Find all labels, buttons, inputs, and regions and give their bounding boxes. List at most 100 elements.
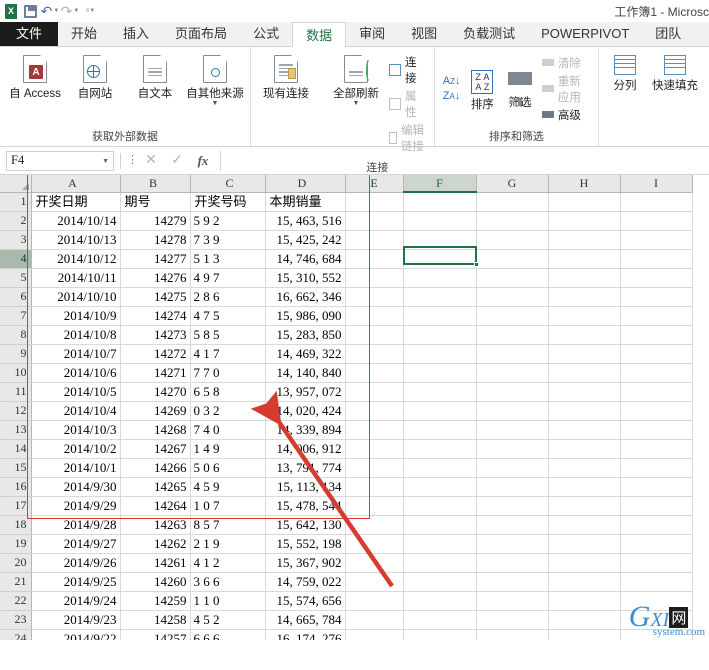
cell-B1[interactable]: 期号 [120,192,191,212]
row-header-3[interactable]: 3 [0,230,32,250]
cell-H8[interactable] [548,325,621,345]
cell-F5[interactable] [403,268,477,288]
cell-C3[interactable]: 7 3 9 [190,230,266,250]
cell-C1[interactable]: 开奖号码 [190,192,266,212]
cell-F24[interactable] [403,629,477,640]
formula-input[interactable] [220,150,707,171]
cell-B8[interactable]: 14273 [120,325,191,345]
cell-I23[interactable] [620,610,693,630]
cell-G1[interactable] [476,192,549,212]
cell-C12[interactable]: 0 3 2 [190,401,266,421]
cell-A19[interactable]: 2014/9/27 [31,534,121,554]
existing-connections-button[interactable]: 现有连接 [257,51,315,101]
cell-A17[interactable]: 2014/9/29 [31,496,121,516]
table-row[interactable]: 9 2014/10/7 14272 4 1 7 14, 469, 322 [0,344,693,364]
cell-A22[interactable]: 2014/9/24 [31,591,121,611]
cell-E17[interactable] [345,496,404,516]
cell-F4[interactable] [403,249,477,269]
row-header-16[interactable]: 16 [0,477,32,497]
cell-A23[interactable]: 2014/9/23 [31,610,121,630]
chevron-down-icon[interactable]: ▼ [353,100,360,107]
cell-E12[interactable] [345,401,404,421]
row-header-13[interactable]: 13 [0,420,32,440]
cell-C24[interactable]: 6 6 6 [190,629,266,640]
cell-B3[interactable]: 14278 [120,230,191,250]
cell-H24[interactable] [548,629,621,640]
cell-A13[interactable]: 2014/10/3 [31,420,121,440]
cell-A6[interactable]: 2014/10/10 [31,287,121,307]
row-header-4[interactable]: 4 [0,249,32,269]
select-all-corner[interactable] [0,175,32,193]
insert-function-icon[interactable]: fx [190,153,216,169]
cell-E16[interactable] [345,477,404,497]
refresh-all-button[interactable]: 全部刷新 ▼ [327,51,385,107]
table-row[interactable]: 23 2014/9/23 14258 4 5 2 14, 665, 784 [0,610,693,630]
cell-I2[interactable] [620,211,693,231]
cell-I21[interactable] [620,572,693,592]
cell-E9[interactable] [345,344,404,364]
cell-I9[interactable] [620,344,693,364]
cell-E2[interactable] [345,211,404,231]
cell-A24[interactable]: 2014/9/22 [31,629,121,640]
undo-icon[interactable]: ↶ ▼ [40,2,60,20]
cell-G23[interactable] [476,610,549,630]
row-header-19[interactable]: 19 [0,534,32,554]
cell-F3[interactable] [403,230,477,250]
cell-H2[interactable] [548,211,621,231]
table-row[interactable]: 4 2014/10/12 14277 5 1 3 14, 746, 684 [0,249,693,269]
cell-G17[interactable] [476,496,549,516]
cell-H18[interactable] [548,515,621,535]
confirm-icon[interactable]: ✓ [164,152,190,169]
cell-B22[interactable]: 14259 [120,591,191,611]
cell-C8[interactable]: 5 8 5 [190,325,266,345]
cell-H21[interactable] [548,572,621,592]
cell-H22[interactable] [548,591,621,611]
tab-file[interactable]: 文件 [0,21,59,46]
tab-powerpivot[interactable]: POWERPIVOT [528,21,642,46]
tab-home[interactable]: 开始 [58,21,110,46]
cell-E15[interactable] [345,458,404,478]
cell-B4[interactable]: 14277 [120,249,191,269]
cell-H5[interactable] [548,268,621,288]
from-text-button[interactable]: 自文本 [126,51,184,101]
column-header-c[interactable]: C [190,175,266,193]
cell-C21[interactable]: 3 6 6 [190,572,266,592]
tab-page-layout[interactable]: 页面布局 [162,21,240,46]
tab-data[interactable]: 数据 [292,22,347,47]
table-row[interactable]: 12 2014/10/4 14269 0 3 2 14, 020, 424 [0,401,693,421]
sort-descending-icon[interactable]: Z A ↓ [443,90,461,101]
cell-B16[interactable]: 14265 [120,477,191,497]
column-header-a[interactable]: A [31,175,121,193]
cell-G7[interactable] [476,306,549,326]
cell-H3[interactable] [548,230,621,250]
cell-G16[interactable] [476,477,549,497]
cell-H13[interactable] [548,420,621,440]
cell-C7[interactable]: 4 7 5 [190,306,266,326]
row-header-23[interactable]: 23 [0,610,32,630]
cell-F22[interactable] [403,591,477,611]
cell-E18[interactable] [345,515,404,535]
cell-C4[interactable]: 5 1 3 [190,249,266,269]
chevron-down-icon[interactable]: ▼ [212,100,219,107]
cell-D24[interactable]: 16, 174, 276 [265,629,346,640]
cell-D22[interactable]: 15, 574, 656 [265,591,346,611]
cell-B11[interactable]: 14270 [120,382,191,402]
chevron-down-icon[interactable]: ▼ [102,157,109,165]
cell-I12[interactable] [620,401,693,421]
cell-H11[interactable] [548,382,621,402]
cancel-icon[interactable]: ✕ [138,152,164,169]
cell-G5[interactable] [476,268,549,288]
cell-G21[interactable] [476,572,549,592]
cell-I20[interactable] [620,553,693,573]
row-header-18[interactable]: 18 [0,515,32,535]
cell-G11[interactable] [476,382,549,402]
cell-A1[interactable]: 开奖日期 [31,192,121,212]
table-row[interactable]: 5 2014/10/11 14276 4 9 7 15, 310, 552 [0,268,693,288]
cell-F6[interactable] [403,287,477,307]
row-header-7[interactable]: 7 [0,306,32,326]
cell-G20[interactable] [476,553,549,573]
cell-D14[interactable]: 14, 006, 912 [265,439,346,459]
row-header-5[interactable]: 5 [0,268,32,288]
cell-G12[interactable] [476,401,549,421]
cell-E21[interactable] [345,572,404,592]
